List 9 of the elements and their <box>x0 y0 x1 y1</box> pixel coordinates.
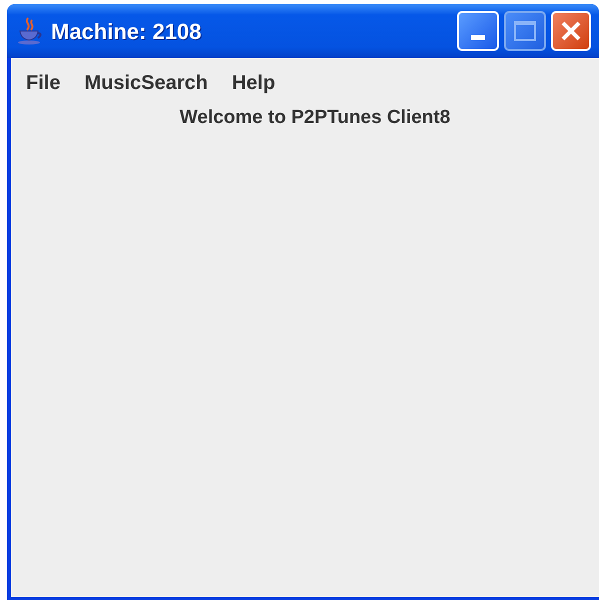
window-title: Machine: 2108 <box>51 18 202 46</box>
maximize-button[interactable] <box>504 11 546 51</box>
welcome-text: Welcome to P2PTunes Client8 <box>180 106 450 130</box>
menu-item[interactable]: Help <box>232 68 276 98</box>
minimize-button[interactable] <box>457 11 499 51</box>
close-icon <box>560 20 582 42</box>
menu-item[interactable]: MusicSearch <box>84 68 208 98</box>
close-button[interactable] <box>551 11 591 51</box>
menu-item[interactable]: File <box>26 68 60 98</box>
